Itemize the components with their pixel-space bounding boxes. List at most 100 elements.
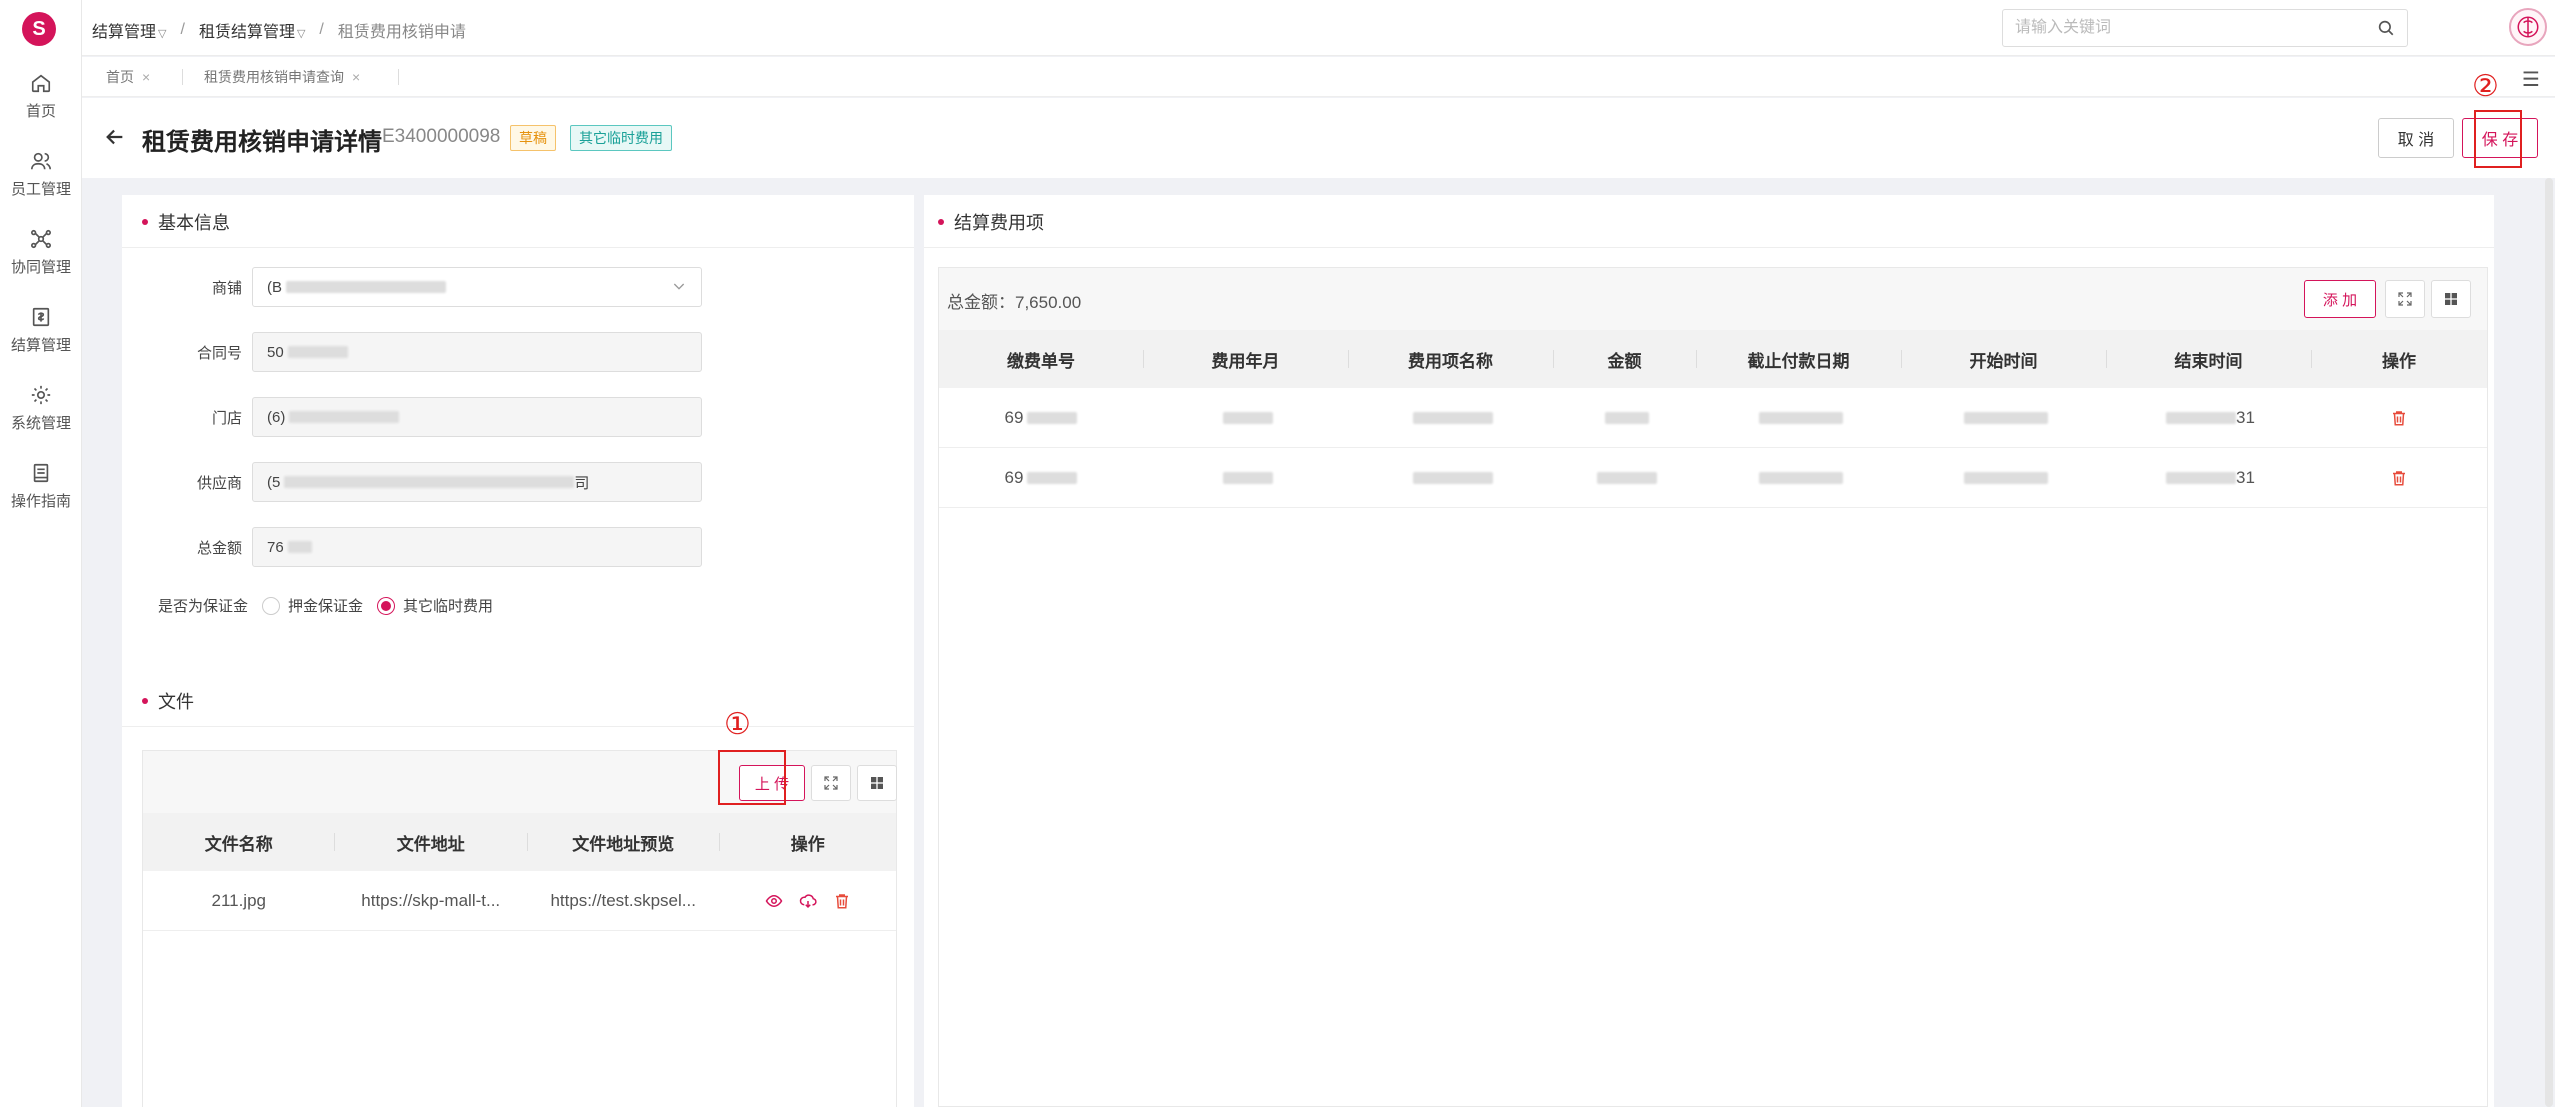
- section-dot: [142, 219, 148, 225]
- redacted-text: [1758, 411, 1843, 424]
- breadcrumb-item-lease-settlement[interactable]: 租赁结算管理 ▽: [199, 18, 305, 42]
- field-total: 总金额 76: [122, 527, 702, 567]
- table-row: 69 31: [939, 388, 2487, 448]
- section-dot: [142, 698, 148, 704]
- close-icon[interactable]: ×: [142, 69, 150, 85]
- total-amount: 总金额：7,650.00: [947, 293, 1082, 312]
- section-divider: [122, 247, 914, 248]
- field-value: 76: [267, 538, 284, 556]
- app-logo[interactable]: S: [22, 12, 56, 46]
- gear-icon: [28, 382, 54, 408]
- bill-no-cell: 69: [939, 448, 1143, 507]
- shop-select[interactable]: (B: [252, 267, 702, 307]
- brand-mark-icon: [2517, 16, 2539, 38]
- column-settings-button[interactable]: [857, 765, 897, 801]
- tab-divider: [182, 69, 183, 85]
- fullscreen-button[interactable]: [2385, 280, 2425, 318]
- settlement-icon: [28, 304, 54, 330]
- sidebar-item-label: 员工管理: [10, 181, 71, 198]
- column-settings-button[interactable]: [2431, 280, 2471, 318]
- field-label: 总金额: [196, 539, 242, 557]
- due-date-cell: [1696, 448, 1901, 507]
- sidebar-item-settlement[interactable]: 结算管理: [0, 296, 82, 366]
- radio-other-temporary[interactable]: [377, 596, 396, 615]
- avatar[interactable]: [2509, 8, 2547, 46]
- column-header: 金额: [1553, 330, 1696, 388]
- search-icon[interactable]: [2377, 19, 2395, 42]
- upload-marker: ①: [724, 708, 751, 741]
- expand-icon: [2398, 292, 2412, 306]
- month-cell: [1143, 448, 1348, 507]
- basic-info-title: 基本信息: [142, 209, 230, 235]
- file-address: https://skp-mall-t...: [361, 890, 501, 910]
- section-title-text: 结算费用项: [954, 213, 1044, 233]
- section-divider: [924, 247, 2494, 248]
- field-supplier: 供应商 (5 司: [122, 462, 702, 502]
- field-value: 50: [267, 343, 284, 361]
- store-field: (6): [252, 397, 702, 437]
- section-title-text: 文件: [158, 692, 194, 712]
- fullscreen-button[interactable]: [811, 765, 851, 801]
- tabs-bar: 首页 × 租赁费用核销申请查询 × ☰: [82, 57, 2555, 97]
- charges-table-header: 缴费单号 费用年月 费用项名称 金额 截止付款日期 开始时间 结束时间 操作: [939, 330, 2487, 388]
- field-label: 供应商: [196, 474, 242, 492]
- cancel-button[interactable]: 取 消: [2378, 118, 2454, 158]
- tab-divider: [398, 69, 399, 85]
- redacted-text: [1412, 411, 1493, 424]
- trash-icon[interactable]: [2390, 469, 2408, 487]
- breadcrumb-item-settlement[interactable]: 结算管理 ▽: [92, 18, 166, 42]
- file-name: 211.jpg: [211, 890, 266, 910]
- upload-highlight-box: [718, 750, 786, 805]
- section-title-text: 基本信息: [158, 213, 230, 233]
- menu-icon[interactable]: ☰: [2522, 67, 2540, 92]
- trash-icon[interactable]: [833, 892, 851, 910]
- bill-no-cell: 69: [939, 388, 1143, 447]
- redacted-text: [1758, 471, 1843, 484]
- close-icon[interactable]: ×: [352, 69, 360, 85]
- tab-lease-query[interactable]: 租赁费用核销申请查询 ×: [204, 67, 360, 87]
- radio-deposit[interactable]: [262, 596, 281, 615]
- search-input[interactable]: [2003, 10, 2343, 46]
- breadcrumb: 结算管理 ▽ / 租赁结算管理 ▽ / 租赁费用核销申请: [92, 18, 466, 42]
- status-badge: 草稿: [510, 125, 556, 151]
- file-preview-link[interactable]: https://test.skpsel...: [527, 871, 719, 930]
- book-icon: [28, 460, 54, 486]
- redacted-text: [1963, 471, 2048, 484]
- chevron-down-icon: [671, 278, 687, 298]
- total-amount-field: 76: [252, 527, 702, 567]
- section-divider: [122, 726, 914, 727]
- end-date-cell: 31: [2106, 388, 2311, 447]
- top-bar: 结算管理▽ / 租赁结算管理▽ / 租赁费用核销申请 test001: [82, 0, 2555, 56]
- bill-no: 69: [1004, 407, 1024, 427]
- start-date-cell: [1901, 448, 2106, 507]
- grid-icon: [2445, 293, 2457, 305]
- radio-label: 其它临时费用: [403, 598, 494, 615]
- expand-icon: [824, 776, 838, 790]
- redacted-text: [1412, 471, 1493, 484]
- back-arrow-icon[interactable]: [104, 124, 126, 155]
- sidebar-item-label: 系统管理: [10, 415, 71, 432]
- trash-icon[interactable]: [2390, 409, 2408, 427]
- redacted-text: [1222, 471, 1273, 484]
- column-header: 文件名称: [204, 834, 273, 854]
- sidebar-item-home[interactable]: 首页: [0, 62, 82, 132]
- row-actions: [719, 871, 896, 930]
- page-scrollbar[interactable]: [2545, 178, 2553, 1107]
- redacted-text: [1222, 411, 1273, 424]
- cloud-download-icon[interactable]: [799, 892, 817, 910]
- sidebar-item-system[interactable]: 系统管理: [0, 374, 82, 444]
- add-charge-button[interactable]: 添 加: [2304, 280, 2376, 318]
- field-shop: 商铺 (B: [122, 267, 702, 307]
- field-value-suffix: 司: [574, 474, 590, 492]
- field-contract: 合同号 50: [122, 332, 702, 372]
- eye-icon[interactable]: [765, 892, 783, 910]
- sidebar-item-employees[interactable]: 员工管理: [0, 140, 82, 210]
- charge-name-cell: [1348, 388, 1553, 447]
- redacted-text: [287, 541, 312, 553]
- row-actions: [2311, 388, 2487, 447]
- tab-home[interactable]: 首页 ×: [106, 67, 150, 87]
- sidebar-item-guide[interactable]: 操作指南: [0, 452, 82, 522]
- sidebar-item-collaboration[interactable]: 协同管理: [0, 218, 82, 288]
- column-header: 费用项名称: [1348, 330, 1553, 388]
- redacted-text: [1596, 471, 1657, 484]
